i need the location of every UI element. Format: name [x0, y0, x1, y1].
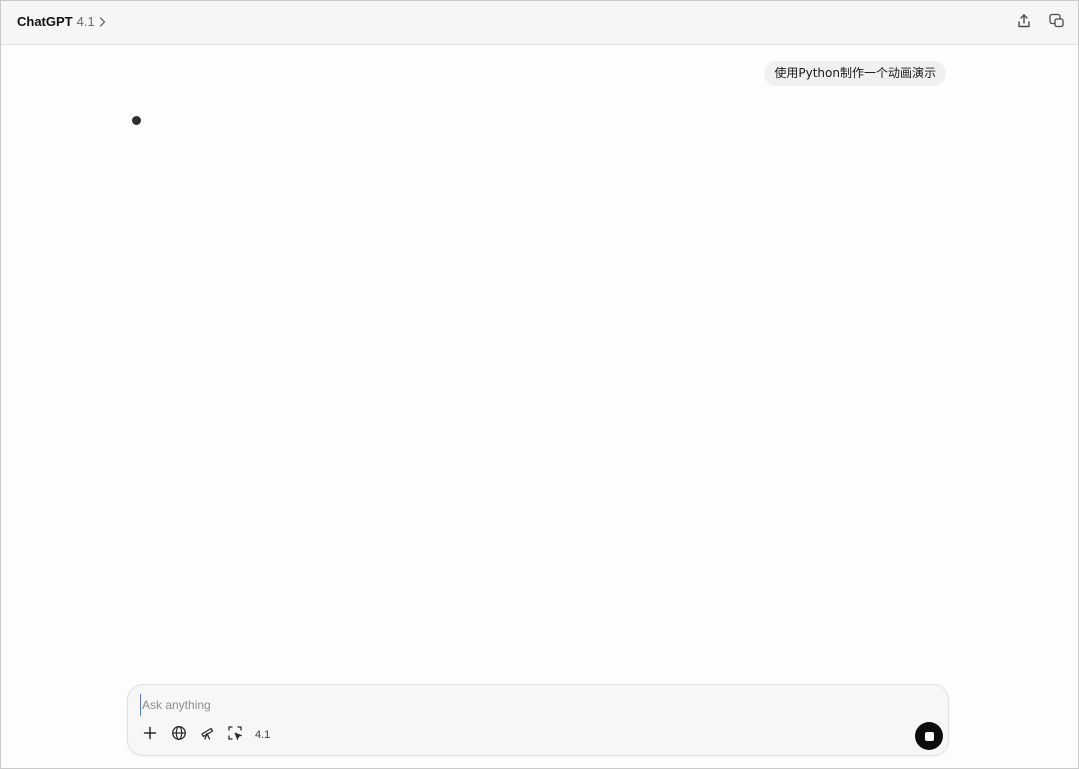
share-button[interactable]	[1013, 12, 1035, 34]
stop-generating-button[interactable]	[915, 722, 943, 750]
globe-icon	[171, 725, 187, 746]
model-switcher[interactable]: ChatGPT 4.1	[17, 14, 109, 29]
plus-icon	[143, 726, 157, 745]
temporary-chat-icon	[1048, 12, 1065, 34]
stop-icon	[924, 731, 934, 741]
share-icon	[1016, 13, 1032, 34]
web-search-button[interactable]	[169, 725, 189, 745]
temporary-chat-button[interactable]	[1045, 12, 1067, 34]
operator-select-button[interactable]	[225, 725, 245, 745]
user-message-bubble: 使用Python制作一个动画演示	[764, 61, 946, 86]
select-cursor-icon	[227, 725, 243, 746]
telescope-icon	[199, 725, 215, 746]
typing-dot-icon	[132, 116, 141, 125]
top-bar: ChatGPT 4.1	[1, 1, 1078, 45]
deep-research-button[interactable]	[197, 725, 217, 745]
chevron-right-icon	[99, 16, 109, 28]
app-title: ChatGPT	[17, 14, 73, 29]
message-input[interactable]	[140, 694, 924, 716]
conversation-area: 使用Python制作一个动画演示	[1, 45, 1078, 685]
model-label[interactable]: 4.1	[255, 729, 270, 741]
model-version: 4.1	[76, 14, 95, 29]
chatgpt-window: ChatGPT 4.1 使用Python制作一个动画演示 Ask anythin…	[0, 0, 1079, 769]
message-composer: 4.1	[127, 684, 949, 756]
add-attachment-button[interactable]	[140, 725, 160, 745]
